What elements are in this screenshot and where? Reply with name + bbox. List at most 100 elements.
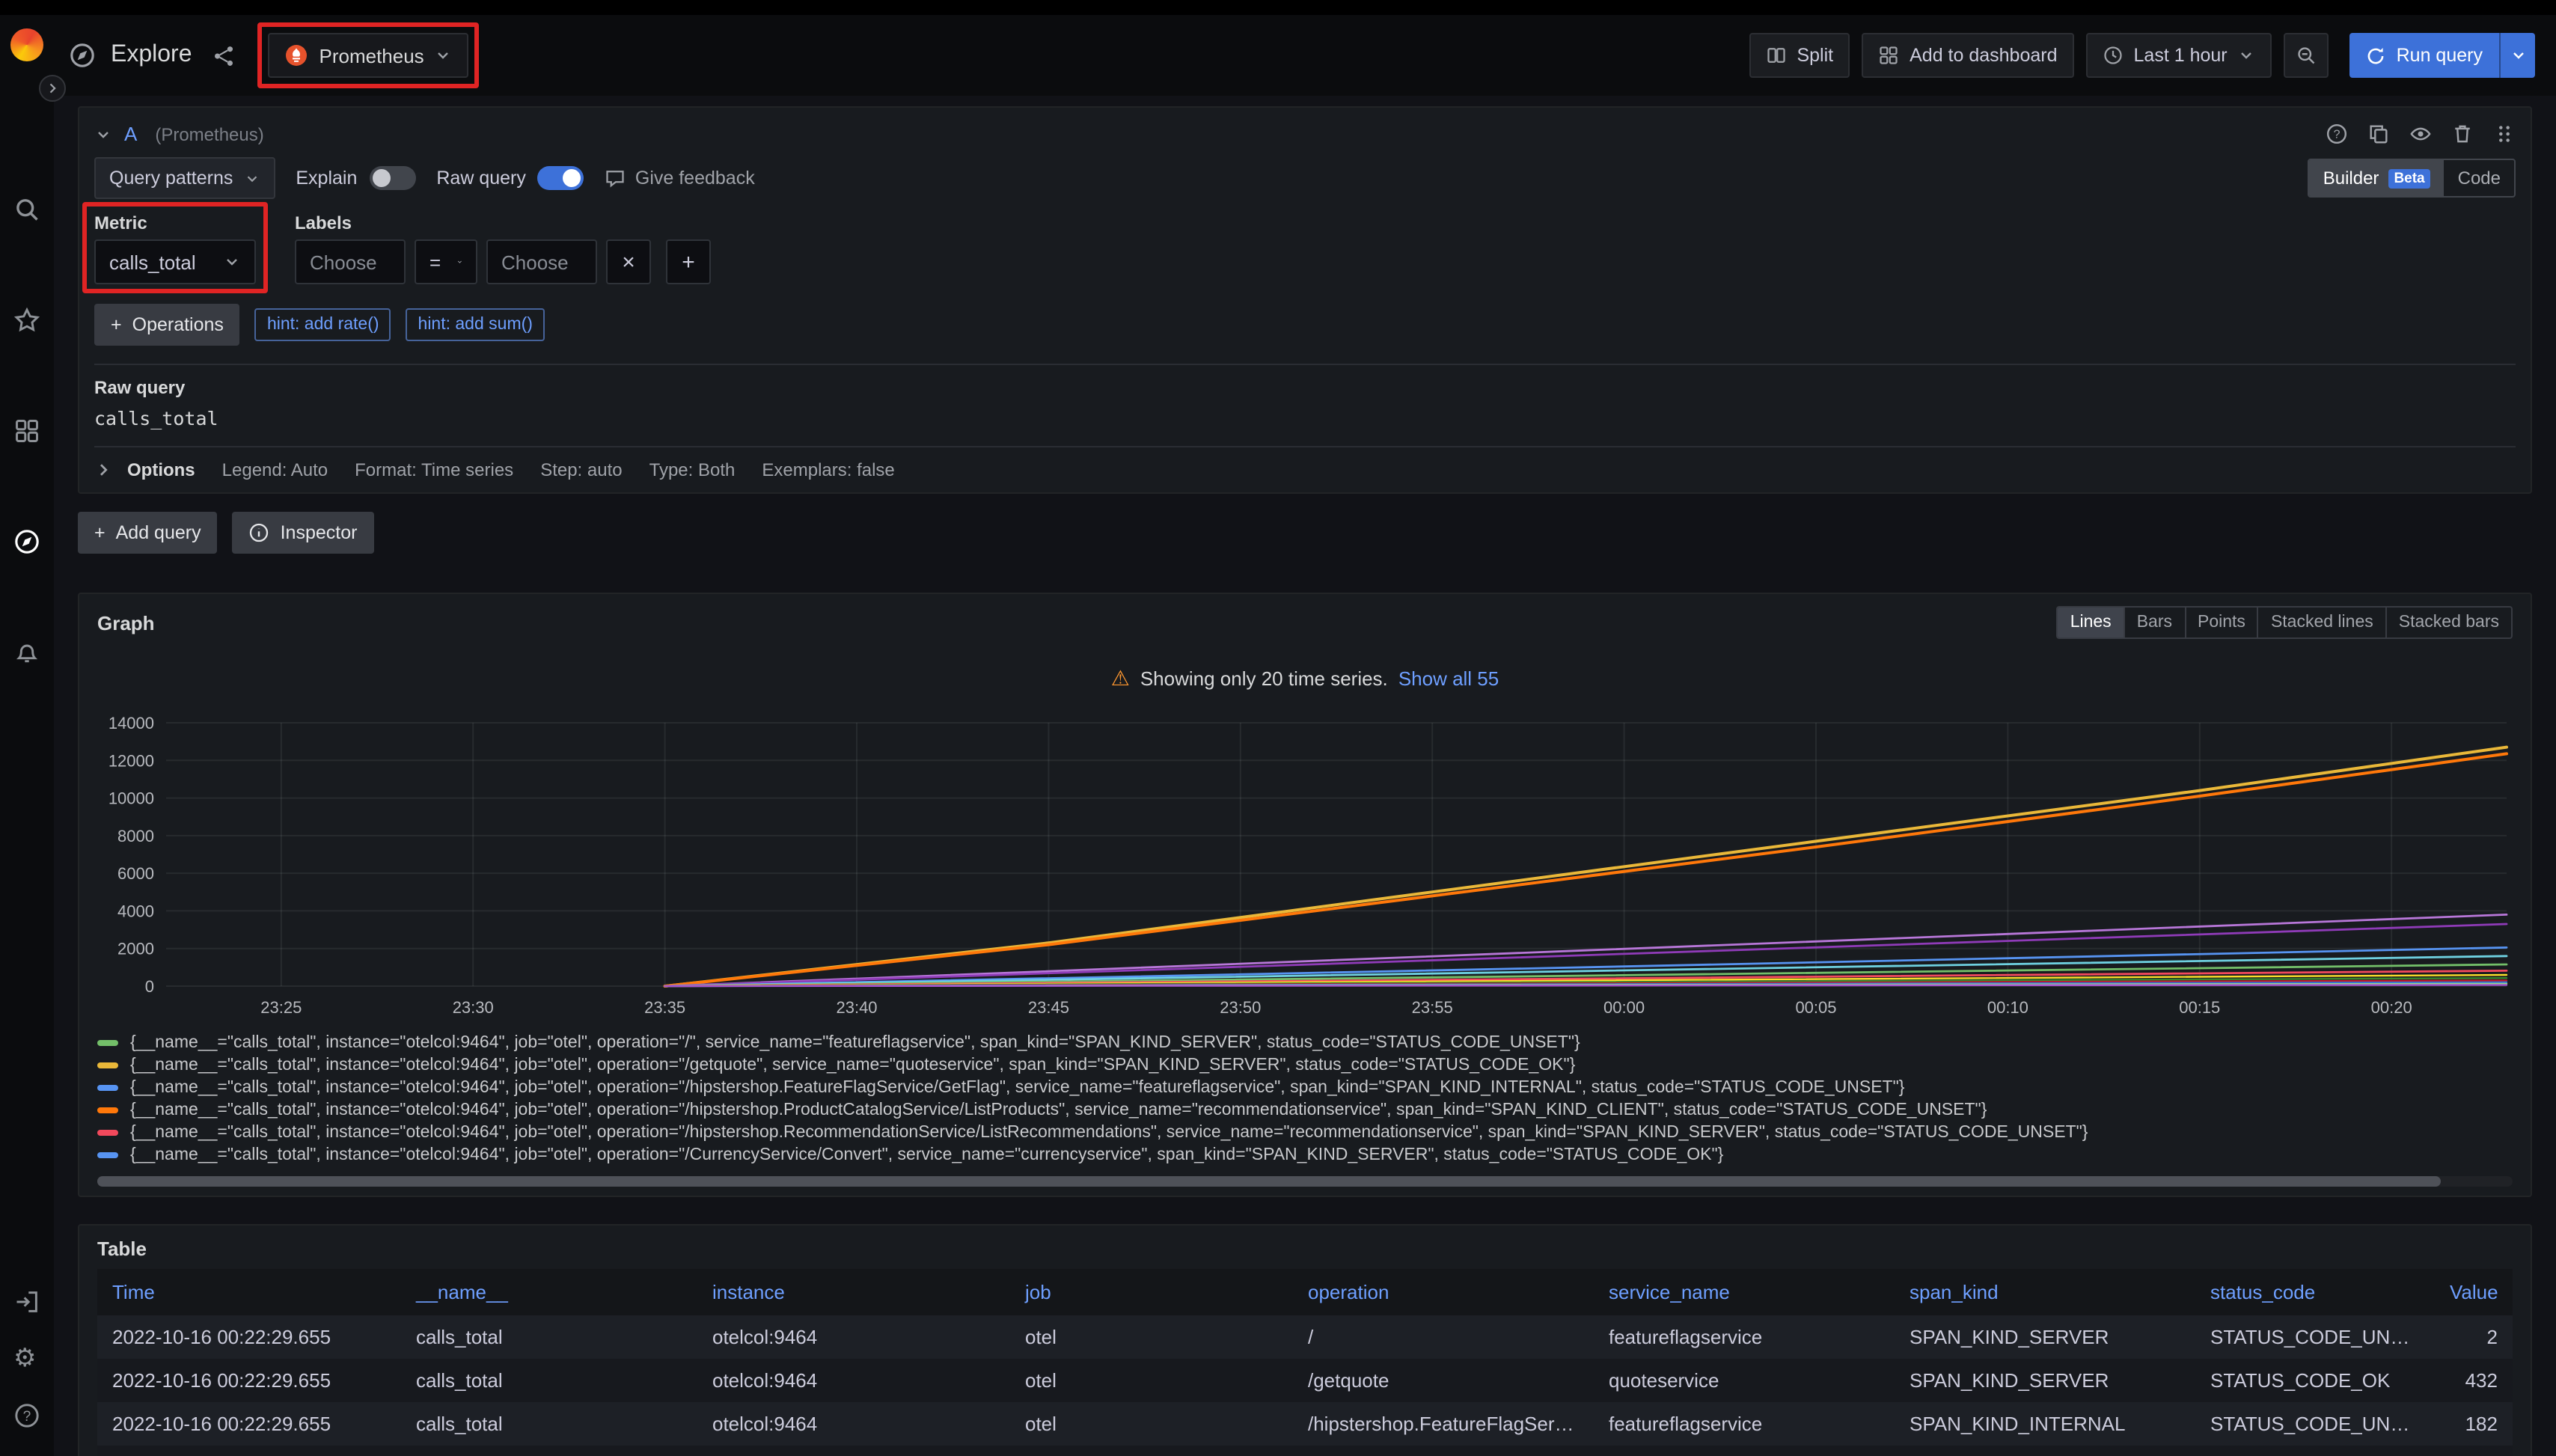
- table-row[interactable]: 2022-10-16 00:22:29.655 calls_total otel…: [97, 1446, 2513, 1456]
- label-value-select[interactable]: Choose: [486, 239, 597, 284]
- split-button[interactable]: Split: [1749, 33, 1850, 78]
- graph-style-switch: Lines Bars Points Stacked lines Stacked …: [2057, 606, 2513, 639]
- collapse-chevron-icon[interactable]: [94, 125, 112, 143]
- dashboard-grid-icon: [1878, 45, 1899, 66]
- run-query-dropdown[interactable]: [2499, 33, 2535, 78]
- metric-field-group: Metric calls_total: [94, 212, 256, 284]
- alerting-bell-icon[interactable]: [13, 639, 40, 666]
- grafana-logo[interactable]: [10, 28, 43, 61]
- viz-mode-stacked-lines[interactable]: Stacked lines: [2257, 608, 2385, 637]
- raw-query-value: calls_total: [94, 407, 2516, 429]
- label-key-select[interactable]: Choose: [295, 239, 406, 284]
- code-mode-tab[interactable]: Code: [2445, 160, 2514, 196]
- query-help-icon[interactable]: ?: [2326, 123, 2348, 145]
- hide-query-eye-icon[interactable]: [2409, 123, 2432, 145]
- column-header-service-name[interactable]: service_name: [1594, 1269, 1895, 1315]
- sidebar: ⚙ ?: [0, 15, 54, 1456]
- zoom-out-button[interactable]: [2284, 33, 2329, 78]
- table-row[interactable]: 2022-10-16 00:22:29.655 calls_total otel…: [97, 1402, 2513, 1446]
- star-icon[interactable]: [13, 307, 40, 334]
- column-header-span-kind[interactable]: span_kind: [1895, 1269, 2195, 1315]
- legend-item[interactable]: {__name__="calls_total", instance="otelc…: [97, 1143, 2513, 1166]
- drag-handle-icon[interactable]: [2493, 123, 2516, 145]
- column-header-job[interactable]: job: [1010, 1269, 1293, 1315]
- builder-mode-tab[interactable]: Builder Beta: [2310, 160, 2445, 196]
- explore-compass-icon[interactable]: [13, 528, 40, 555]
- graph-panel-title: Graph: [97, 611, 155, 634]
- metric-value: calls_total: [109, 251, 196, 273]
- cell-value: 182: [2435, 1402, 2513, 1446]
- give-feedback-link[interactable]: Give feedback: [605, 168, 755, 189]
- viz-mode-stacked-bars[interactable]: Stacked bars: [2385, 608, 2511, 637]
- legend-item[interactable]: {__name__="calls_total", instance="otelc…: [97, 1121, 2513, 1143]
- column-header-value[interactable]: Value: [2435, 1269, 2513, 1315]
- apps-icon[interactable]: [13, 417, 40, 444]
- plus-icon: +: [94, 522, 106, 543]
- cell-span-kind: SPAN_KIND_CLIENT: [1895, 1446, 2195, 1456]
- add-to-dashboard-button[interactable]: Add to dashboard: [1862, 33, 2073, 78]
- option-legend: Legend: Auto: [222, 459, 328, 480]
- scrollbar-thumb[interactable]: [97, 1176, 2440, 1187]
- time-range-picker[interactable]: Last 1 hour: [2086, 33, 2272, 78]
- explain-toggle[interactable]: [369, 166, 415, 190]
- label-value-placeholder: Choose: [501, 251, 569, 273]
- options-title: Options: [127, 459, 195, 480]
- viz-mode-lines[interactable]: Lines: [2058, 608, 2124, 637]
- cell-span-kind: SPAN_KIND_SERVER: [1895, 1315, 2195, 1359]
- delete-query-trash-icon[interactable]: [2451, 123, 2474, 145]
- column-header-status-code[interactable]: status_code: [2195, 1269, 2435, 1315]
- settings-gear-icon[interactable]: ⚙: [13, 1345, 40, 1372]
- column-header-instance[interactable]: instance: [697, 1269, 1010, 1315]
- viz-mode-points[interactable]: Points: [2184, 608, 2257, 637]
- cell-status-code: STATUS_CODE_UNSET: [2195, 1315, 2435, 1359]
- svg-text:0: 0: [145, 977, 154, 996]
- legend-item[interactable]: {__name__="calls_total", instance="otelc…: [97, 1031, 2513, 1053]
- inspector-label: Inspector: [281, 522, 358, 543]
- column-header-operation[interactable]: operation: [1293, 1269, 1594, 1315]
- sign-in-icon[interactable]: [13, 1288, 40, 1315]
- graph-legend: {__name__="calls_total", instance="otelc…: [97, 1031, 2513, 1166]
- query-patterns-dropdown[interactable]: Query patterns: [94, 157, 275, 199]
- cell-instance: otelcol:9464: [697, 1402, 1010, 1446]
- column-header-name[interactable]: __name__: [401, 1269, 697, 1315]
- plus-icon: +: [111, 314, 122, 335]
- metric-label: Metric: [94, 212, 256, 233]
- duplicate-query-icon[interactable]: [2367, 123, 2390, 145]
- legend-item[interactable]: {__name__="calls_total", instance="otelc…: [97, 1098, 2513, 1121]
- raw-query-toggle[interactable]: [538, 166, 584, 190]
- table-row[interactable]: 2022-10-16 00:22:29.655 calls_total otel…: [97, 1315, 2513, 1359]
- legend-scrollbar[interactable]: [97, 1176, 2513, 1187]
- query-ref-id[interactable]: A: [124, 123, 137, 145]
- explain-label: Explain: [296, 168, 357, 189]
- svg-text:?: ?: [2334, 129, 2341, 141]
- legend-item[interactable]: {__name__="calls_total", instance="otelc…: [97, 1053, 2513, 1076]
- legend-marker: [97, 1039, 118, 1045]
- metric-select[interactable]: calls_total: [94, 239, 256, 284]
- help-icon[interactable]: ?: [13, 1402, 40, 1429]
- add-query-button[interactable]: + Add query: [78, 512, 218, 554]
- code-label: Code: [2458, 168, 2501, 189]
- top-strip: [0, 0, 2556, 15]
- table-row[interactable]: 2022-10-16 00:22:29.655 calls_total otel…: [97, 1359, 2513, 1402]
- sidebar-expand-button[interactable]: [39, 75, 66, 102]
- run-query-button[interactable]: Run query: [2350, 33, 2499, 78]
- add-query-label: Add query: [116, 522, 201, 543]
- add-label-filter-button[interactable]: +: [666, 239, 711, 284]
- column-header-time[interactable]: Time: [97, 1269, 401, 1315]
- remove-label-filter-button[interactable]: ×: [606, 239, 651, 284]
- hint-add-sum-button[interactable]: hint: add sum(): [406, 308, 545, 341]
- hint-add-rate-button[interactable]: hint: add rate(): [255, 308, 391, 341]
- share-icon[interactable]: [213, 44, 236, 67]
- datasource-name: Prometheus: [320, 44, 424, 67]
- show-all-series-link[interactable]: Show all 55: [1398, 667, 1499, 689]
- search-icon[interactable]: [13, 196, 40, 223]
- viz-mode-bars[interactable]: Bars: [2124, 608, 2184, 637]
- legend-item[interactable]: {__name__="calls_total", instance="otelc…: [97, 1076, 2513, 1098]
- chevron-down-icon: [2509, 46, 2527, 64]
- add-operations-button[interactable]: + Operations: [94, 304, 240, 346]
- graph-svg[interactable]: 0200040006000800010000120001400023:2523:…: [97, 708, 2516, 1025]
- label-operator-select[interactable]: =: [415, 239, 477, 284]
- query-options-row[interactable]: Options Legend: Auto Format: Time series…: [94, 446, 2516, 485]
- datasource-picker[interactable]: Prometheus: [269, 33, 469, 78]
- inspector-button[interactable]: Inspector: [233, 512, 374, 554]
